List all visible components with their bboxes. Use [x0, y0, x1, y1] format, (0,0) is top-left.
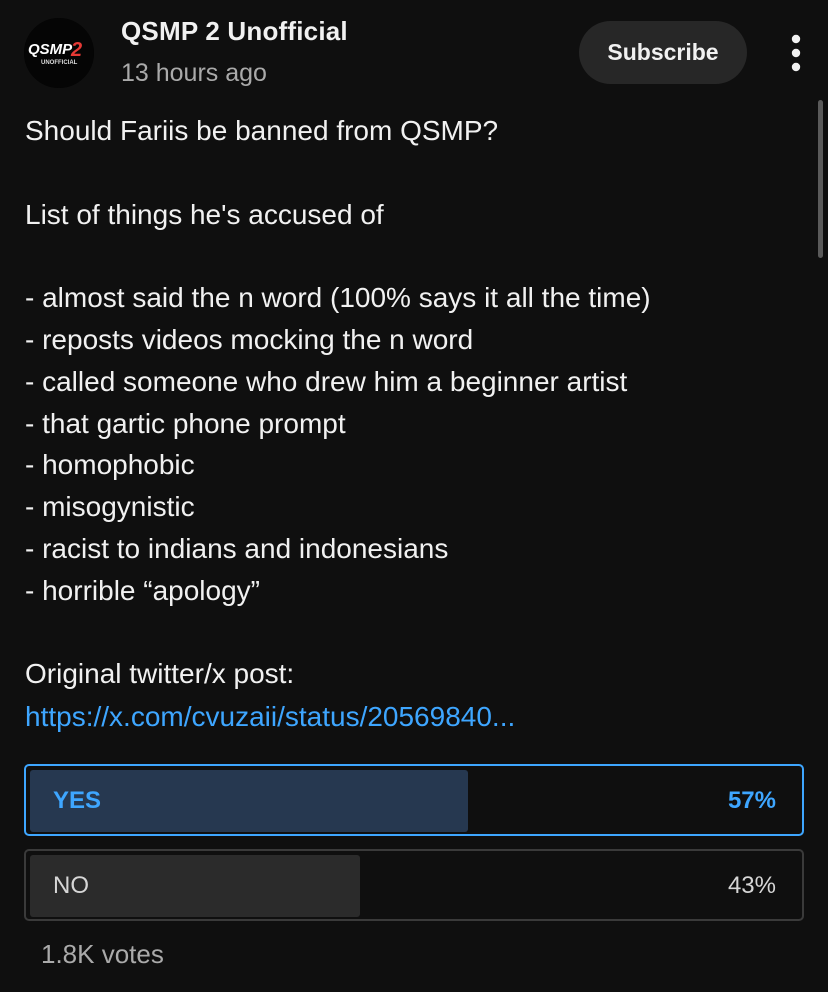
- post-line: Should Fariis be banned from QSMP?: [25, 115, 499, 146]
- post-line: - racist to indians and indonesians: [25, 532, 449, 564]
- post-line: - called someone who drew him a beginner…: [25, 365, 628, 397]
- post-line: [25, 612, 815, 654]
- channel-name[interactable]: QSMP 2 Unofficial: [121, 16, 348, 47]
- post-line: - horrible “apology”: [25, 574, 260, 606]
- channel-avatar[interactable]: QSMP 2 UNOFFICIAL: [24, 18, 94, 88]
- more-vertical-icon: [791, 34, 801, 72]
- channel-logo-icon: QSMP 2 UNOFFICIAL: [24, 18, 94, 88]
- post-line: List of things he's accused of: [25, 198, 384, 230]
- svg-text:2: 2: [70, 39, 82, 61]
- post-line: - that gartic phone prompt: [25, 407, 346, 439]
- poll-option-no[interactable]: NO 43%: [24, 849, 804, 921]
- post-link[interactable]: https://x.com/cvuzaii/status/20569840...: [25, 696, 515, 738]
- more-options-button[interactable]: [780, 32, 812, 76]
- post-line: - homophobic: [25, 449, 195, 481]
- post-text: Should Fariis be banned from QSMP? List …: [25, 110, 815, 695]
- post-line: Original twitter/x post:: [25, 658, 295, 690]
- post-line: [25, 235, 815, 277]
- poll-option-percent: 57%: [727, 787, 776, 814]
- poll-option-label: NO: [53, 872, 89, 899]
- poll-option-label: YES: [53, 787, 102, 814]
- subscribe-button[interactable]: Subscribe: [579, 21, 747, 84]
- post-timestamp: 13 hours ago: [121, 59, 267, 87]
- post-line: [25, 152, 815, 194]
- svg-text:QSMP: QSMP: [28, 41, 73, 58]
- poll-option-yes[interactable]: YES 57%: [24, 764, 804, 836]
- post-line: - misogynistic: [25, 491, 195, 523]
- poll-option-percent: 43%: [727, 872, 776, 899]
- scrollbar-thumb[interactable]: [818, 100, 823, 258]
- post-line: - reposts videos mocking the n word: [25, 323, 474, 355]
- svg-text:UNOFFICIAL: UNOFFICIAL: [41, 60, 78, 66]
- post-line: - almost said the n word (100% says it a…: [25, 282, 651, 314]
- vote-count: 1.8K votes: [41, 939, 164, 969]
